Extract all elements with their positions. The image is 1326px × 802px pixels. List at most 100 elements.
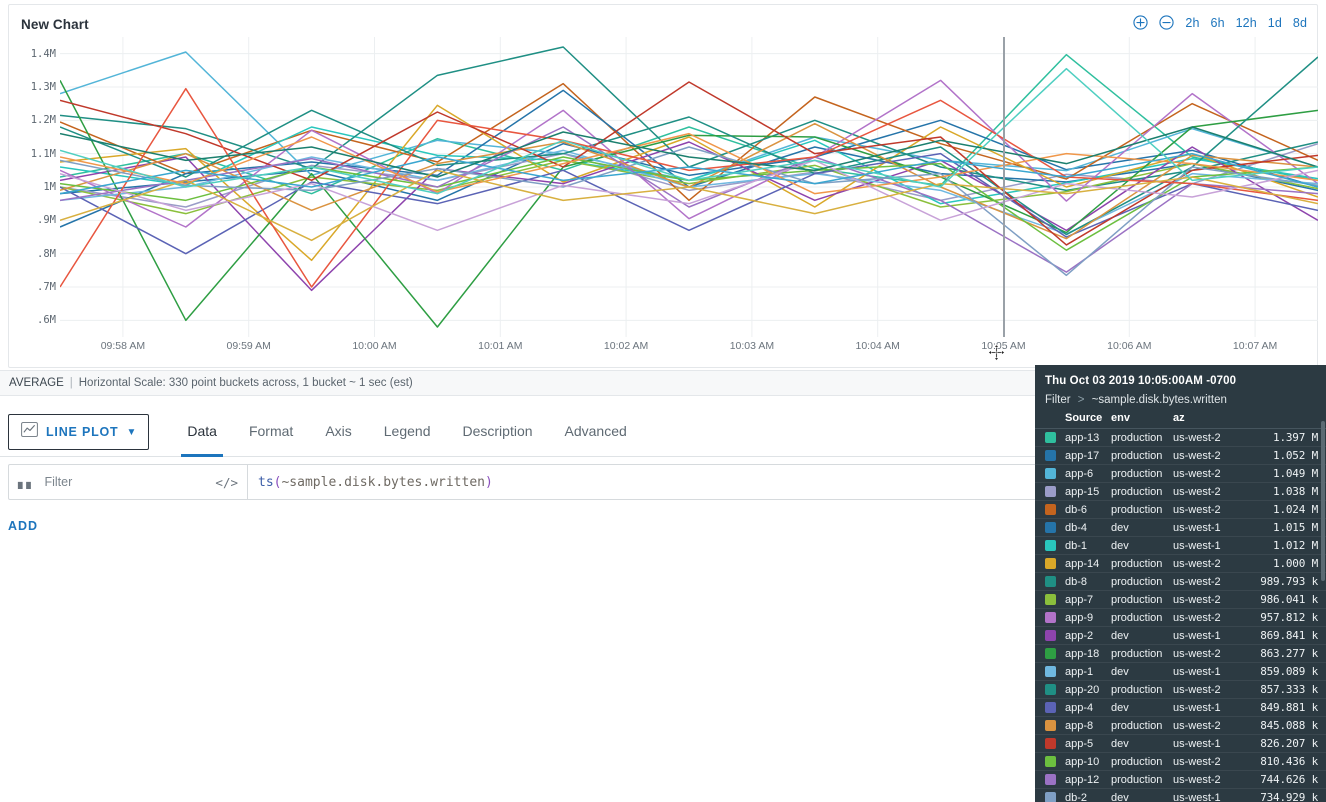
series-value: 1.015 M	[1273, 521, 1318, 534]
series-color-swatch	[1045, 540, 1065, 551]
time-range-controls: 2h 6h 12h 1d 8d	[1133, 15, 1307, 30]
series-env: production	[1111, 773, 1163, 786]
series-az: us-west-1	[1173, 629, 1221, 642]
x-tick-label: 10:05 AM	[981, 340, 1026, 352]
series-az: us-west-1	[1173, 539, 1221, 552]
series-color-swatch	[1045, 612, 1065, 623]
time-range-12h[interactable]: 12h	[1236, 16, 1257, 30]
series-tooltip-panel: Thu Oct 03 2019 10:05:00AM -0700 Filter …	[1035, 365, 1326, 802]
series-value: 849.881 k	[1260, 701, 1318, 714]
plus-circle-icon[interactable]	[1133, 15, 1149, 30]
plot-area[interactable]: 1.4M 1.3M 1.2M 1.1M 1M .9M .8M .7M .6M 09:58 AM 0…	[10, 37, 1318, 368]
series-az: us-west-1	[1173, 521, 1221, 534]
series-source: db-2	[1065, 791, 1088, 802]
series-value: 1.052 M	[1273, 449, 1318, 462]
tooltip-column-headers: Source env az	[1035, 409, 1326, 429]
series-color-swatch	[1045, 432, 1065, 443]
series-color-swatch	[1045, 450, 1065, 461]
series-az: us-west-2	[1173, 611, 1221, 624]
tooltip-row: app-4 dev us-west-1 849.881 k	[1035, 699, 1326, 717]
chart-builder-page: New Chart 2h 6h 12h 1d 8d 1.4M 1.3M 1.2M 1	[0, 0, 1326, 802]
tab-format[interactable]: Format	[233, 415, 309, 457]
series-env: production	[1111, 575, 1163, 588]
tooltip-scrollbar-thumb[interactable]	[1321, 421, 1325, 581]
series-source: app-6	[1065, 467, 1094, 480]
x-tick-label: 10:03 AM	[729, 340, 775, 352]
chart-card: New Chart 2h 6h 12h 1d 8d 1.4M 1.3M 1.2M 1	[8, 4, 1318, 368]
filter-placeholder-label: Filter	[44, 475, 73, 489]
series-color-swatch	[1045, 702, 1065, 713]
tooltip-row: app-20 production us-west-2 857.333 k	[1035, 681, 1326, 699]
query-token-open-paren: (	[273, 474, 282, 490]
series-value: 845.088 k	[1260, 719, 1318, 732]
tooltip-row: app-1 dev us-west-1 859.089 k	[1035, 663, 1326, 681]
series-value: 1.038 M	[1273, 485, 1318, 498]
tab-description[interactable]: Description	[446, 415, 548, 457]
series-az: us-west-1	[1173, 791, 1221, 802]
series-color-swatch	[1045, 504, 1065, 515]
series-az: us-west-2	[1173, 683, 1221, 696]
filter-cell[interactable]: ▖▖ Filter </>	[9, 465, 248, 499]
series-value: 1.024 M	[1273, 503, 1318, 516]
series-color-swatch	[1045, 630, 1065, 641]
series-az: us-west-2	[1173, 467, 1221, 480]
series-az: us-west-2	[1173, 503, 1221, 516]
tooltip-timestamp: Thu Oct 03 2019 10:05:00AM -0700	[1045, 375, 1237, 387]
x-tick-label: 09:58 AM	[100, 340, 146, 352]
series-az: us-west-2	[1173, 575, 1221, 588]
series-color-swatch	[1045, 468, 1065, 479]
tooltip-row: app-13 production us-west-2 1.397 M	[1035, 429, 1326, 447]
series-color-swatch	[1045, 522, 1065, 533]
series-az: us-west-2	[1173, 449, 1221, 462]
time-range-2h[interactable]: 2h	[1185, 16, 1199, 30]
series-value: 810.436 k	[1260, 755, 1318, 768]
x-tick-label: 10:02 AM	[603, 340, 649, 352]
series-source: db-4	[1065, 521, 1088, 534]
series-color-swatch	[1045, 720, 1065, 731]
time-range-1d[interactable]: 1d	[1268, 16, 1282, 30]
minus-circle-icon[interactable]	[1159, 15, 1175, 30]
y-axis-tick-labels: 1.4M 1.3M 1.2M 1.1M 1M .9M .8M .7M .6M	[10, 37, 60, 337]
series-color-swatch	[1045, 756, 1065, 767]
series-env: dev	[1111, 737, 1129, 750]
series-env: dev	[1111, 629, 1129, 642]
tooltip-row: app-5 dev us-west-1 826.207 k	[1035, 735, 1326, 753]
status-separator: |	[69, 377, 73, 389]
series-env: production	[1111, 611, 1163, 624]
plot-type-label: LINE PLOT	[46, 425, 119, 439]
series-value: 734.929 k	[1260, 791, 1318, 802]
y-tick-label: .6M	[37, 314, 56, 327]
series-value: 826.207 k	[1260, 737, 1318, 750]
y-tick-label: .9M	[37, 214, 56, 227]
tab-data[interactable]: Data	[171, 415, 233, 457]
series-env: production	[1111, 719, 1163, 732]
add-query-button[interactable]: ADD	[8, 519, 38, 533]
series-env: dev	[1111, 539, 1129, 552]
drag-grip-icon[interactable]: ▖▖	[18, 476, 35, 488]
tooltip-row: app-15 production us-west-2 1.038 M	[1035, 483, 1326, 501]
plot-type-dropdown[interactable]: LINE PLOT ▼	[8, 414, 150, 450]
tooltip-header-env: env	[1111, 412, 1130, 424]
query-token-function: ts	[258, 474, 274, 490]
tooltip-row: app-6 production us-west-2 1.049 M	[1035, 465, 1326, 483]
y-tick-label: 1.4M	[30, 47, 56, 60]
time-range-6h[interactable]: 6h	[1211, 16, 1225, 30]
tooltip-row: app-12 production us-west-2 744.626 k	[1035, 771, 1326, 789]
series-source: app-9	[1065, 611, 1094, 624]
x-axis-tick-labels: 09:58 AM 09:59 AM 10:00 AM 10:01 AM 10:02 AM…	[60, 340, 1318, 362]
line-plot-canvas[interactable]	[60, 37, 1318, 337]
horizontal-scale-label: Horizontal Scale: 330 point buckets acro…	[78, 377, 413, 389]
tab-axis[interactable]: Axis	[309, 415, 367, 457]
series-value: 859.089 k	[1260, 665, 1318, 678]
series-color-swatch	[1045, 594, 1065, 605]
series-az: us-west-1	[1173, 665, 1221, 678]
series-source: app-17	[1065, 449, 1100, 462]
series-source: app-13	[1065, 431, 1100, 444]
tab-legend[interactable]: Legend	[368, 415, 447, 457]
code-toggle-icon[interactable]: </>	[215, 475, 238, 490]
series-color-swatch	[1045, 648, 1065, 659]
series-value: 1.000 M	[1273, 557, 1318, 570]
series-env: production	[1111, 647, 1163, 660]
tab-advanced[interactable]: Advanced	[549, 415, 643, 457]
time-range-8d[interactable]: 8d	[1293, 16, 1307, 30]
